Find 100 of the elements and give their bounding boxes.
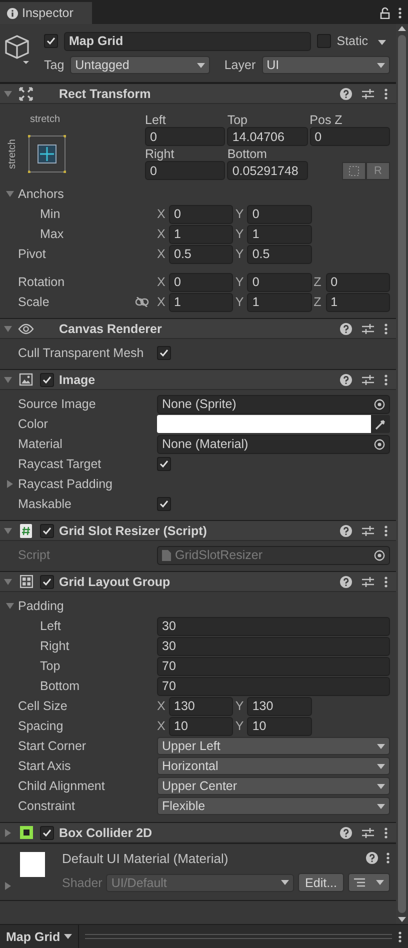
help-icon[interactable]: [340, 374, 352, 386]
dropdown[interactable]: Upper Center: [157, 777, 390, 795]
number-field[interactable]: 130: [169, 696, 234, 716]
presets-icon[interactable]: [362, 88, 374, 100]
component-header[interactable]: Canvas Renderer: [0, 318, 396, 339]
presets-icon[interactable]: [362, 576, 374, 588]
checkbox[interactable]: [157, 346, 171, 360]
inspector-tab[interactable]: Inspector: [0, 2, 92, 24]
presets-icon[interactable]: [362, 322, 374, 334]
number-field[interactable]: 1: [169, 224, 234, 244]
number-field[interactable]: 1: [169, 292, 234, 312]
menu-icon[interactable]: [384, 524, 388, 536]
object-field[interactable]: None (Material): [157, 434, 390, 454]
component-header[interactable]: Grid Layout Group: [0, 571, 396, 592]
number-field[interactable]: 1: [247, 224, 312, 244]
anchor-preset-icon[interactable]: [28, 135, 66, 173]
checkbox[interactable]: [157, 457, 171, 471]
foldout-icon[interactable]: [4, 376, 12, 384]
menu-icon[interactable]: [398, 7, 402, 19]
menu-icon[interactable]: [384, 322, 388, 334]
help-icon[interactable]: [340, 826, 352, 838]
dropdown[interactable]: Upper Left: [157, 737, 390, 755]
number-field[interactable]: 10: [169, 716, 234, 736]
static-checkbox[interactable]: [316, 34, 331, 48]
foldout-icon[interactable]: [4, 828, 12, 836]
checkbox[interactable]: [157, 497, 171, 511]
number-field[interactable]: 0: [145, 127, 226, 146]
number-field[interactable]: 0.5: [169, 244, 234, 264]
object-picker-icon[interactable]: [374, 438, 385, 450]
number-field[interactable]: 130: [247, 696, 312, 716]
preview-title[interactable]: Map Grid: [6, 925, 80, 948]
number-field[interactable]: 14.04706: [227, 127, 308, 146]
number-field[interactable]: 0: [247, 204, 312, 224]
foldout-icon[interactable]: [4, 882, 12, 890]
number-field[interactable]: 0: [247, 272, 312, 292]
foldout-icon[interactable]: [4, 578, 12, 586]
help-icon[interactable]: [340, 322, 352, 334]
unlinked-icon[interactable]: [135, 297, 149, 307]
foldout-icon[interactable]: [6, 190, 14, 198]
number-field[interactable]: 10: [247, 716, 312, 736]
tag-dropdown[interactable]: Untagged: [70, 56, 210, 74]
name-field[interactable]: Map Grid: [64, 32, 311, 50]
help-icon[interactable]: [340, 524, 352, 536]
dropdown[interactable]: Flexible: [157, 797, 390, 815]
number-field[interactable]: 0: [169, 272, 234, 292]
number-field[interactable]: 0: [145, 161, 226, 180]
help-icon[interactable]: [340, 576, 352, 588]
scrollbar[interactable]: [396, 24, 408, 924]
number-field[interactable]: 70: [157, 676, 390, 696]
number-field[interactable]: 70: [157, 656, 390, 676]
eyedropper-icon[interactable]: [375, 418, 386, 430]
help-icon[interactable]: [340, 88, 352, 100]
dropdown[interactable]: Horizontal: [157, 757, 390, 775]
foldout-icon[interactable]: [6, 480, 14, 488]
object-picker-icon[interactable]: [374, 398, 385, 410]
number-field[interactable]: 0.05291748: [227, 161, 308, 180]
component-header[interactable]: Grid Slot Resizer (Script): [0, 520, 396, 541]
foldout-icon[interactable]: [4, 324, 12, 332]
number-field[interactable]: 30: [157, 636, 390, 656]
layer-dropdown[interactable]: UI: [262, 56, 390, 74]
edit-button[interactable]: Edit...: [298, 873, 344, 892]
number-field[interactable]: 1: [247, 292, 312, 312]
number-field[interactable]: 30: [157, 616, 390, 636]
presets-icon[interactable]: [362, 374, 374, 386]
shader-menu-button[interactable]: [348, 873, 390, 892]
number-field[interactable]: 0.5: [247, 244, 312, 264]
menu-icon[interactable]: [386, 852, 390, 864]
lock-icon[interactable]: [380, 7, 390, 19]
enable-checkbox[interactable]: [40, 826, 54, 840]
property-label: Child Alignment: [18, 779, 105, 793]
anchor-preset-label: stretch: [29, 114, 62, 124]
menu-icon[interactable]: [384, 88, 388, 100]
caret-icon: [378, 40, 386, 45]
menu-icon[interactable]: [398, 930, 402, 942]
menu-icon[interactable]: [384, 576, 388, 588]
enable-checkbox[interactable]: [40, 372, 54, 386]
scroll-down-icon[interactable]: [398, 917, 406, 922]
foldout-icon[interactable]: [4, 90, 12, 98]
enable-checkbox[interactable]: [40, 524, 54, 538]
component-header[interactable]: Image: [0, 369, 396, 390]
presets-icon[interactable]: [362, 826, 374, 838]
foldout-icon[interactable]: [4, 526, 12, 534]
blueprint-button[interactable]: [342, 162, 366, 180]
number-field[interactable]: 1: [326, 292, 390, 312]
enable-checkbox[interactable]: [40, 574, 54, 588]
script-icon: [20, 524, 32, 538]
help-icon[interactable]: [366, 852, 378, 864]
component-header[interactable]: Box Collider 2D: [0, 822, 396, 843]
active-checkbox[interactable]: [44, 34, 58, 48]
menu-icon[interactable]: [384, 826, 388, 838]
number-field[interactable]: 0: [326, 272, 390, 292]
presets-icon[interactable]: [362, 524, 374, 536]
axis-label: X: [157, 275, 166, 289]
menu-icon[interactable]: [384, 374, 388, 386]
number-field[interactable]: 0: [169, 204, 234, 224]
object-field[interactable]: None (Sprite): [157, 394, 390, 414]
scroll-up-icon[interactable]: [398, 26, 406, 31]
component-header[interactable]: Rect Transform: [0, 83, 396, 104]
number-field[interactable]: 0: [310, 127, 390, 146]
foldout-icon[interactable]: [6, 602, 14, 610]
